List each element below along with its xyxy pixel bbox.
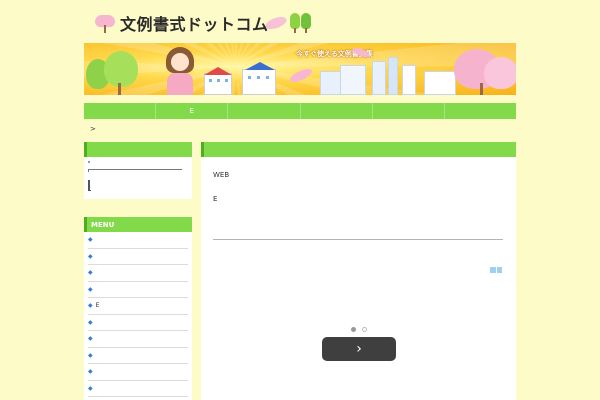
menu-item[interactable]: ◆ [88,331,188,348]
house-illustration [204,73,232,95]
nav-item-5[interactable] [373,103,445,119]
nav-item-6[interactable] [445,103,516,119]
global-nav: E [84,103,516,119]
search-button[interactable] [88,180,91,191]
building-illustration [424,71,456,95]
search-marker [88,161,90,163]
search-widget-header [84,142,192,157]
menu-title: MENU [91,220,115,229]
menu-item[interactable]: ◆ [88,282,188,298]
nav-item-2[interactable]: E [156,103,229,119]
site-title: 文例書式ドットコム [120,15,269,34]
diamond-bullet-icon: ◆ [88,252,93,260]
menu-list: ◆ ◆ ◆ ◆ ◆ E ◆ ◆ ◆ ◆ ◆ [84,232,192,397]
building-illustration [402,65,416,95]
content-line-1: WEB [213,171,230,179]
cherry-tree-icon [484,57,516,89]
diamond-bullet-icon: ◆ [88,318,93,326]
nav-item-4[interactable] [301,103,373,119]
ad-choices-icon[interactable] [490,267,502,273]
carousel-next-button[interactable]: › [322,337,396,361]
chevron-right-icon: › [356,341,362,357]
banner-tree-icon [104,51,138,87]
tree-icon [300,13,311,33]
diamond-bullet-icon: ◆ [88,368,93,376]
menu-item[interactable]: ◆ [88,348,188,364]
carousel-pagination [351,327,367,332]
menu-item[interactable]: ◆ [88,364,188,381]
diamond-bullet-icon: ◆ [88,335,93,343]
house-illustration [242,69,276,95]
building-illustration [372,61,386,95]
content-line-2: E [213,195,218,203]
menu-widget: ◆ ◆ ◆ ◆ ◆ E ◆ ◆ ◆ ◆ ◆ [84,232,192,400]
diamond-bullet-icon: ◆ [88,269,93,277]
menu-item[interactable]: ◆ [88,249,188,265]
menu-item[interactable]: ◆ [88,265,188,282]
menu-item[interactable]: ◆ [88,381,188,397]
header-banner: 今すぐ使える文例書式集 [84,43,516,95]
search-input[interactable] [88,169,182,172]
main-content-header [201,142,516,157]
diamond-bullet-icon: ◆ [88,285,93,293]
carousel-dot-active[interactable] [351,327,356,332]
building-illustration [388,57,398,95]
menu-widget-header: MENU [84,217,192,232]
carousel-dot[interactable] [362,327,367,332]
diamond-bullet-icon: ◆ [88,384,93,392]
breadcrumb: > [90,125,96,133]
nav-item-1[interactable] [84,103,157,119]
diamond-bullet-icon: ◆ [88,302,93,310]
tree-icon [289,13,300,33]
content-divider [213,239,503,240]
building-illustration [340,65,366,95]
menu-item[interactable]: ◆ [88,232,188,249]
main-content: WEB E › [201,157,516,400]
breadcrumb-separator: > [90,125,96,133]
menu-item[interactable]: ◆ E [88,298,188,315]
mascot-illustration [162,47,198,95]
diamond-bullet-icon: ◆ [88,236,93,244]
nav-item-3[interactable] [228,103,301,119]
menu-item[interactable]: ◆ [88,315,188,331]
search-widget [84,157,192,199]
site-logo[interactable]: 文例書式ドットコム [92,10,311,36]
diamond-bullet-icon: ◆ [88,351,93,359]
cherry-blossom-icon [92,13,118,33]
